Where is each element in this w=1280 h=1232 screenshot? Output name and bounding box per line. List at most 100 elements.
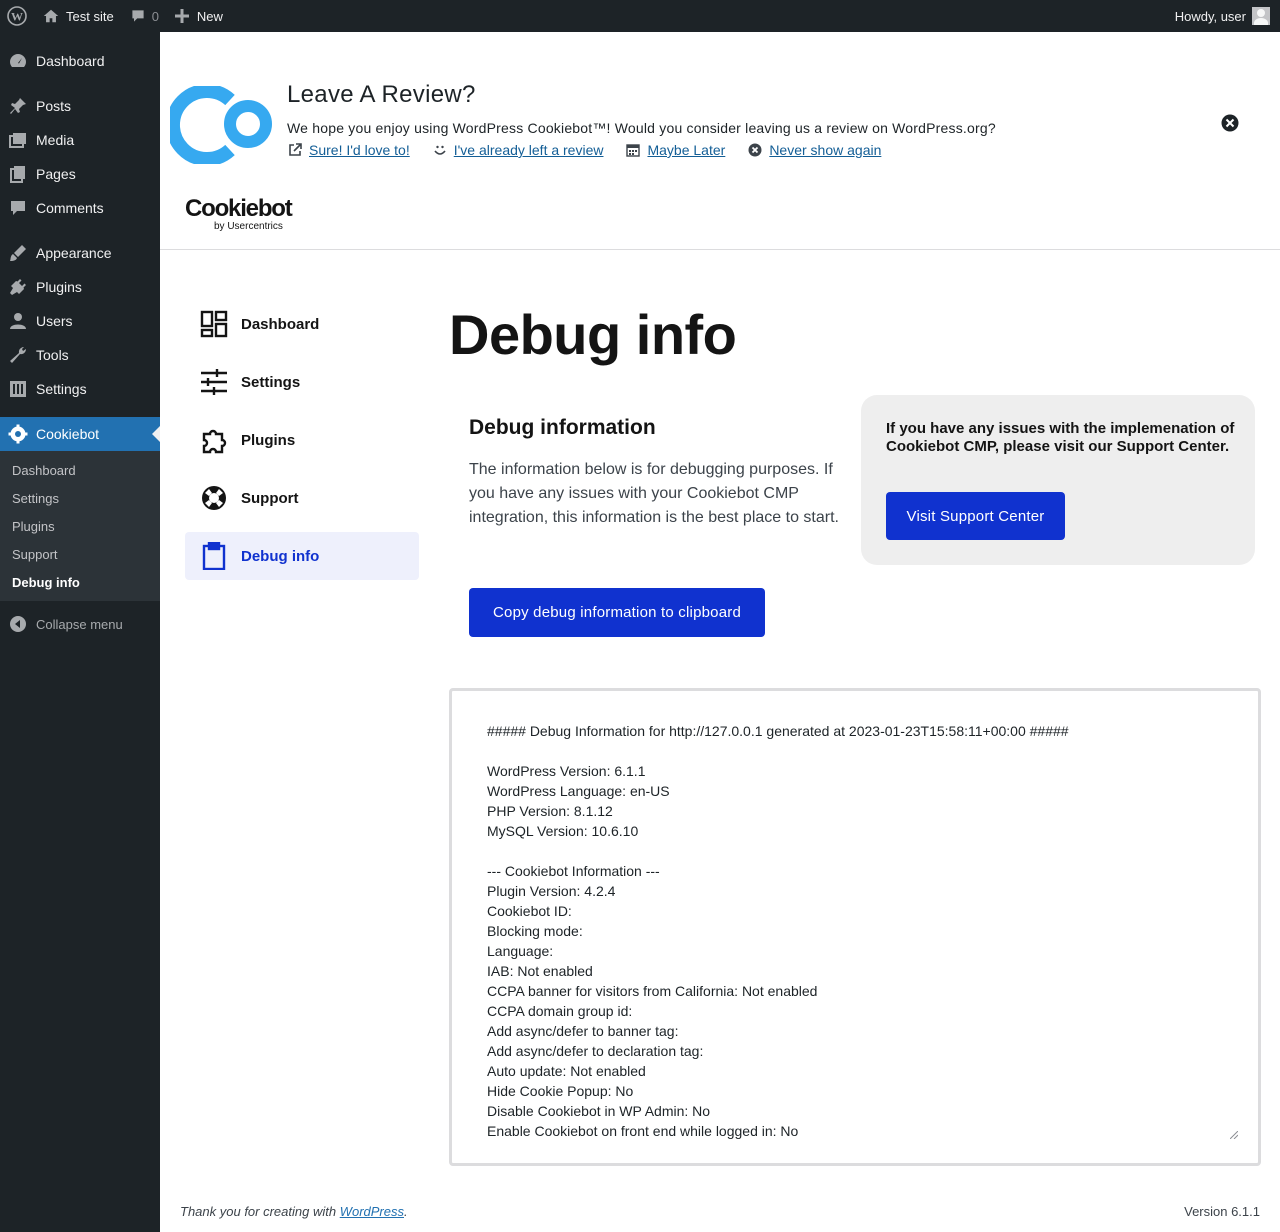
- home-icon: [43, 9, 59, 23]
- submenu-item-dashboard[interactable]: Dashboard: [0, 456, 160, 484]
- review-link-later[interactable]: Maybe Later: [625, 142, 725, 158]
- footer-thanks-suffix: .: [404, 1204, 408, 1219]
- review-link-never[interactable]: Never show again: [747, 142, 881, 158]
- submenu-item-support[interactable]: Support: [0, 540, 160, 568]
- sidebar-item-label: Pages: [36, 166, 76, 182]
- cookiebot-nav: Dashboard Settings Plugins Support Debug…: [185, 300, 419, 590]
- user-icon: [8, 311, 28, 331]
- brand-sub: by Usercentrics: [214, 221, 283, 232]
- debug-line: PHP Version: 8.1.12: [487, 803, 613, 819]
- visit-support-button[interactable]: Visit Support Center: [886, 492, 1065, 540]
- sidebar-item-label: Dashboard: [36, 53, 105, 69]
- footer-thanks-prefix: Thank you for creating with: [180, 1204, 340, 1219]
- debug-line: Disable Cookiebot in WP Admin: No: [487, 1103, 711, 1119]
- sidebar-item-media[interactable]: Media: [0, 123, 160, 157]
- cb-nav-dashboard[interactable]: Dashboard: [185, 300, 419, 348]
- debug-line: IAB: Not enabled: [487, 963, 593, 979]
- cb-nav-support[interactable]: Support: [185, 474, 419, 522]
- debug-description: The information below is for debugging p…: [469, 461, 839, 526]
- main-content: Leave A Review? We hope you enjoy using …: [160, 32, 1280, 1232]
- review-link-label: Sure! I'd love to!: [309, 142, 410, 158]
- media-icon: [8, 130, 28, 150]
- debug-line: Auto update: Not enabled: [487, 1063, 646, 1079]
- sidebar-item-pages[interactable]: Pages: [0, 157, 160, 191]
- cb-nav-settings[interactable]: Settings: [185, 358, 419, 406]
- clipboard-icon: [199, 541, 229, 571]
- review-link-already[interactable]: I've already left a review: [432, 142, 604, 158]
- wp-logo-button[interactable]: W: [0, 0, 34, 32]
- copy-debug-button[interactable]: Copy debug information to clipboard: [469, 588, 765, 637]
- gear-icon: [8, 424, 28, 444]
- comments-count: 0: [151, 8, 159, 24]
- site-name-link[interactable]: Test site: [34, 0, 122, 32]
- review-link-label: I've already left a review: [453, 142, 604, 158]
- brand-header: Cookiebot by Usercentrics: [160, 182, 1280, 250]
- pin-icon: [8, 96, 28, 116]
- collapse-icon: [8, 614, 28, 634]
- collapse-menu-button[interactable]: Collapse menu: [0, 607, 160, 641]
- debug-textarea[interactable]: ##### Debug Information for http://127.0…: [449, 688, 1261, 1166]
- sidebar-item-label: Users: [36, 313, 73, 329]
- cb-nav-debug-info[interactable]: Debug info: [185, 532, 419, 580]
- debug-line: Add async/defer to declaration tag:: [487, 1043, 704, 1059]
- cb-nav-label: Debug info: [241, 547, 320, 565]
- cb-nav-plugins[interactable]: Plugins: [185, 416, 419, 464]
- sidebar-item-label: Tools: [36, 347, 69, 363]
- debug-line: Plugin Version: 4.2.4: [487, 883, 616, 899]
- dashboard-grid-icon: [199, 309, 229, 339]
- page-title: Debug info: [449, 303, 737, 366]
- support-text: If you have any issues with the implemen…: [886, 420, 1235, 455]
- plug-icon: [8, 277, 28, 297]
- close-icon[interactable]: [1221, 114, 1239, 132]
- debug-line: Blocking mode:: [487, 923, 583, 939]
- sidebar-item-dashboard[interactable]: Dashboard: [0, 44, 160, 78]
- wrench-icon: [8, 345, 28, 365]
- debug-line: CCPA banner for visitors from California…: [487, 983, 818, 999]
- sidebar-item-cookiebot[interactable]: Cookiebot: [0, 417, 160, 451]
- pages-icon: [8, 164, 28, 184]
- submenu-item-debug-info[interactable]: Debug info: [0, 568, 160, 596]
- sidebar-item-label: Cookiebot: [36, 426, 100, 442]
- comment-icon: [8, 198, 28, 218]
- brand-name: Cookiebot: [185, 195, 293, 222]
- new-label: New: [196, 8, 223, 24]
- debug-line: --- Cookiebot Information ---: [487, 863, 660, 879]
- puzzle-icon: [199, 425, 229, 455]
- review-notice: Leave A Review? We hope you enjoy using …: [160, 32, 1280, 182]
- debug-heading: Debug information: [469, 416, 656, 439]
- dashboard-icon: [8, 51, 28, 71]
- sidebar-item-tools[interactable]: Tools: [0, 338, 160, 372]
- review-link-sure[interactable]: Sure! I'd love to!: [287, 142, 410, 158]
- sidebar-item-users[interactable]: Users: [0, 304, 160, 338]
- lifebuoy-icon: [199, 483, 229, 513]
- wordpress-link[interactable]: WordPress: [340, 1204, 404, 1219]
- debug-line: [487, 741, 1069, 761]
- review-link-label: Maybe Later: [647, 142, 726, 158]
- submenu-item-settings[interactable]: Settings: [0, 484, 160, 512]
- admin-bar: W Test site 0 New Howdy, user: [0, 0, 1280, 32]
- plus-icon: [174, 9, 189, 23]
- sidebar-item-posts[interactable]: Posts: [0, 89, 160, 123]
- new-content-link[interactable]: New: [167, 0, 231, 32]
- calendar-icon: [625, 142, 641, 158]
- my-account-link[interactable]: Howdy, user: [1175, 7, 1280, 25]
- svg-text:W: W: [11, 10, 23, 24]
- resize-grip-icon[interactable]: [1230, 1131, 1238, 1139]
- sidebar-item-appearance[interactable]: Appearance: [0, 236, 160, 270]
- comment-icon: [132, 10, 144, 22]
- debug-line: [487, 841, 1069, 861]
- comments-link[interactable]: 0: [122, 0, 167, 32]
- support-box: If you have any issues with the implemen…: [861, 395, 1255, 565]
- site-name: Test site: [66, 8, 114, 24]
- sidebar-item-settings[interactable]: Settings: [0, 372, 160, 406]
- sidebar-item-label: Posts: [36, 98, 72, 114]
- debug-line: WordPress Language: en-US: [487, 783, 670, 799]
- debug-line: WordPress Version: 6.1.1: [487, 763, 646, 779]
- sidebar-item-comments[interactable]: Comments: [0, 191, 160, 225]
- collapse-label: Collapse menu: [36, 616, 123, 632]
- cb-nav-label: Settings: [241, 373, 301, 391]
- review-title: Leave A Review?: [287, 81, 476, 108]
- submenu-item-plugins[interactable]: Plugins: [0, 512, 160, 540]
- sidebar-item-label: Plugins: [36, 279, 82, 295]
- sidebar-item-plugins[interactable]: Plugins: [0, 270, 160, 304]
